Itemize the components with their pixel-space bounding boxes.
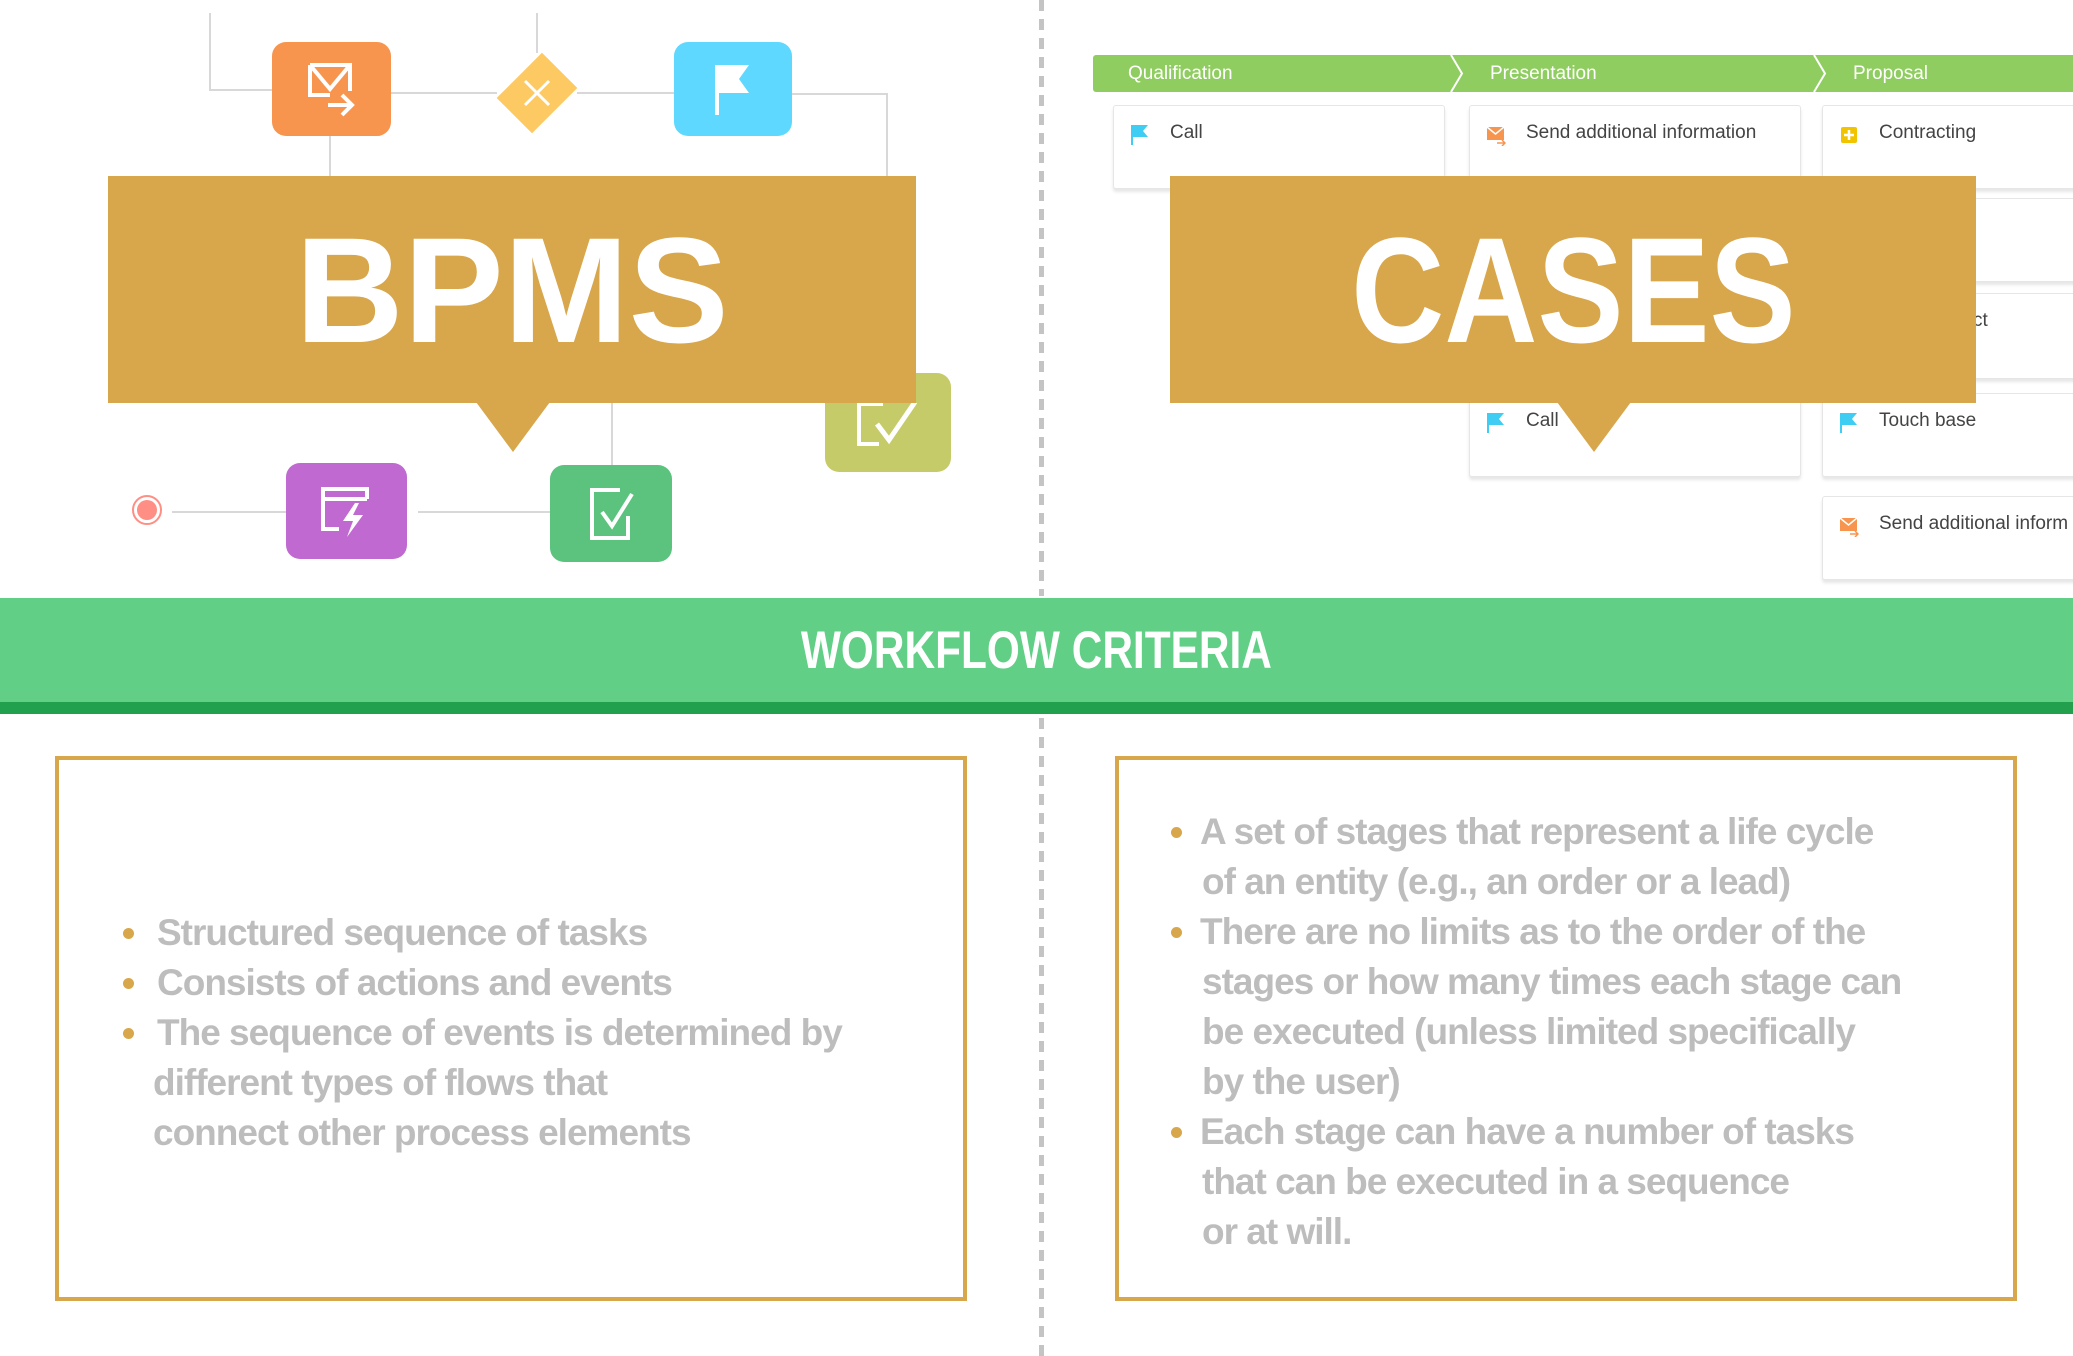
case-task-card[interactable]: Touch base xyxy=(1822,393,2073,477)
flow-line xyxy=(209,13,211,91)
bullet-text: Each stage can have a number of tasks xyxy=(1200,1111,1855,1152)
stage-proposal[interactable]: Proposal xyxy=(1818,55,1928,92)
flag-icon xyxy=(1840,413,1857,433)
flow-line xyxy=(577,92,674,94)
card-label: Send additional inform xyxy=(1879,513,2069,534)
script-task[interactable] xyxy=(286,463,407,559)
bullet-text: The sequence of events is determined by xyxy=(157,1012,843,1053)
flag-event[interactable] xyxy=(674,42,792,136)
cases-title: CASES xyxy=(1350,205,1796,374)
email-icon xyxy=(1486,126,1506,146)
stage-presentation[interactable]: Presentation xyxy=(1455,55,1597,92)
bullet-dot xyxy=(1171,827,1182,838)
bullet-text: A set of stages that represent a life cy… xyxy=(1200,811,1874,852)
flow-line xyxy=(329,136,331,181)
cases-banner: CASES xyxy=(1170,176,1976,403)
plus-task-icon xyxy=(1841,127,1857,143)
bullet-dot xyxy=(123,1028,134,1039)
user-task[interactable] xyxy=(550,465,672,562)
flow-line xyxy=(209,89,272,91)
card-label: Touch base xyxy=(1879,410,1977,431)
card-label: Send additional information xyxy=(1526,122,1757,143)
bpms-banner-pointer xyxy=(476,402,550,452)
flow-line xyxy=(611,400,613,465)
flag-icon xyxy=(1487,413,1504,433)
flow-line xyxy=(172,511,286,513)
bpms-banner: BPMS xyxy=(108,176,916,403)
case-task-card[interactable]: Send additional inform xyxy=(1822,496,2073,580)
bullet-text: Consists of actions and events xyxy=(157,962,673,1003)
vertical-divider xyxy=(1039,718,1044,1356)
script-task-icon xyxy=(320,487,369,537)
bullet-text: There are no limits as to the order of t… xyxy=(1200,911,1866,952)
card-label: Contracting xyxy=(1879,122,1977,143)
cases-banner-pointer xyxy=(1557,402,1631,452)
bullet-text: by the user) xyxy=(1202,1061,1401,1102)
bullet-text: or at will. xyxy=(1202,1211,1352,1252)
band-underline xyxy=(0,702,2073,714)
flag-icon xyxy=(715,65,749,115)
send-email-icon xyxy=(307,63,355,117)
flow-line xyxy=(792,93,888,95)
case-task-card[interactable]: Call xyxy=(1469,393,1801,477)
flow-line xyxy=(536,13,538,53)
end-event[interactable] xyxy=(132,495,162,525)
bullet-text: different types of flows that xyxy=(153,1062,608,1103)
bullet-text: of an entity (e.g., an order or a lead) xyxy=(1202,861,1791,902)
checklist-icon xyxy=(857,400,918,446)
flow-line xyxy=(886,93,888,183)
exclusive-gateway-icon xyxy=(523,79,551,107)
bullet-dot xyxy=(123,928,134,939)
card-label: Call xyxy=(1526,410,1559,431)
bullet-text: stages or how many times each stage can xyxy=(1202,961,1902,1002)
workflow-criteria-band: WORKFLOW CRITERIA xyxy=(0,598,2073,702)
case-stage-bar: Qualification Presentation Proposal xyxy=(1093,55,2073,92)
band-title: WORKFLOW CRITERIA xyxy=(800,620,1273,680)
bullet-dot xyxy=(123,978,134,989)
card-label: Call xyxy=(1170,122,1203,143)
user-task-check-icon xyxy=(590,487,634,540)
bullet-dot xyxy=(1171,927,1182,938)
end-event-icon xyxy=(137,500,157,520)
flow-line xyxy=(391,92,497,94)
flag-icon xyxy=(1131,125,1148,145)
bullet-text: Structured sequence of tasks xyxy=(157,912,648,953)
flow-line xyxy=(418,511,550,513)
bullet-dot xyxy=(1171,1127,1182,1138)
email-icon xyxy=(1839,517,1859,537)
bpms-title: BPMS xyxy=(295,205,729,374)
stage-qualification[interactable]: Qualification xyxy=(1093,55,1233,92)
bullet-text: connect other process elements xyxy=(153,1112,692,1153)
bullet-text: that can be executed in a sequence xyxy=(1202,1161,1790,1202)
send-email-task[interactable] xyxy=(272,42,391,136)
bullet-text: be executed (unless limited specifically xyxy=(1202,1011,1856,1052)
vertical-divider xyxy=(1039,0,1044,596)
